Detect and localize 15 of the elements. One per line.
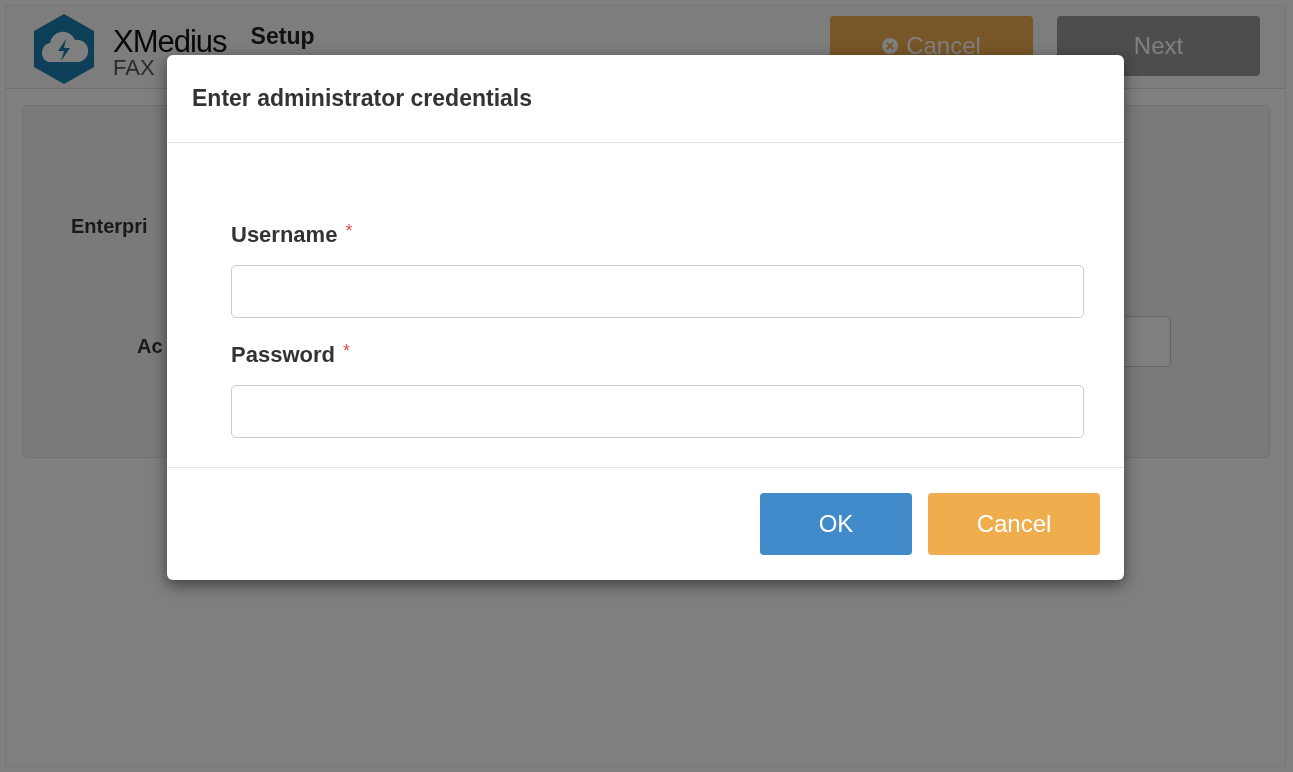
dialog-title: Enter administrator credentials (192, 84, 532, 113)
field-label: Ac (137, 334, 163, 359)
username-field[interactable] (231, 265, 1084, 318)
password-field[interactable] (231, 385, 1084, 438)
logo-text: XMedius (113, 26, 227, 57)
logo-icon (31, 12, 97, 86)
required-mark: * (345, 220, 353, 243)
cancel-button[interactable]: Cancel (928, 493, 1100, 555)
field-label: Username (231, 221, 338, 249)
field-label: Enterpri (71, 214, 148, 239)
required-mark: * (342, 340, 350, 363)
ok-button[interactable]: OK (760, 493, 912, 555)
field-label: Password (231, 341, 335, 369)
page-title: Setup (250, 24, 315, 50)
logo-subtext: FAX (113, 57, 156, 79)
